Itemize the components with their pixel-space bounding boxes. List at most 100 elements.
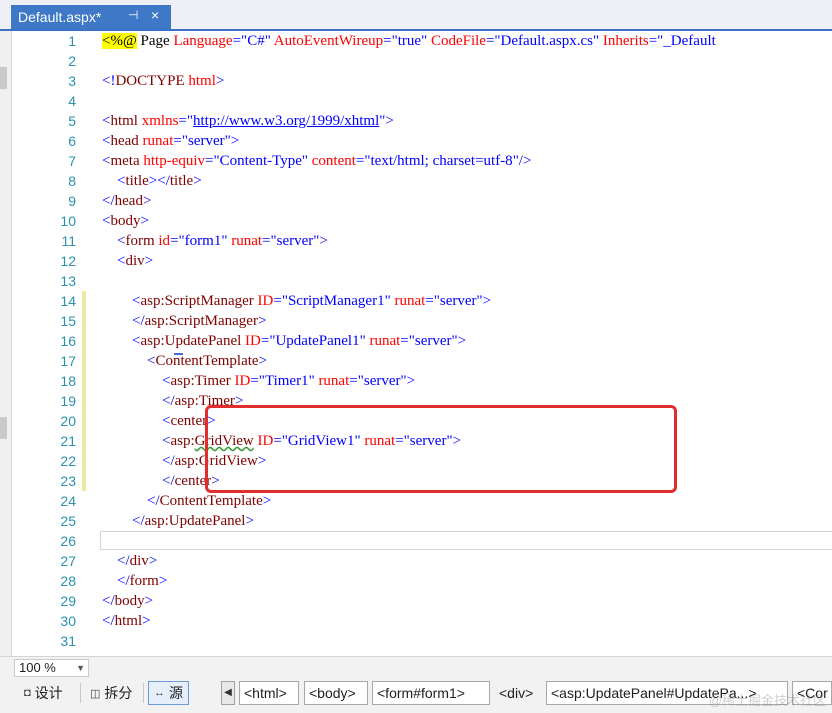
source-view-button[interactable]: ↔ 源	[148, 681, 189, 705]
code-token: UpdatePanel1	[275, 333, 360, 349]
split-view-button[interactable]: ◫ 拆分	[90, 681, 132, 705]
code-token: ="	[648, 33, 664, 49]
code-line[interactable]: 27 </div>	[12, 551, 832, 571]
watermark: @稀土掘金技术社区	[708, 693, 826, 708]
code-token: >	[142, 613, 151, 629]
code-line[interactable]: 5 <html xmlns="http://www.w3.org/1999/xht…	[12, 111, 832, 131]
split-view-label: 拆分	[104, 685, 133, 701]
code-line[interactable]: 3 <!DOCTYPE html>	[12, 71, 832, 91]
change-indicator	[82, 411, 86, 431]
split-icon: ◫	[90, 687, 101, 700]
line-number: 30	[60, 613, 76, 629]
code-token: >	[144, 253, 154, 269]
code-line[interactable]: 25 </asp:UpdatePanel>	[12, 511, 832, 531]
code-token: </	[117, 573, 130, 589]
code-token: ">	[224, 133, 240, 149]
code-token: body	[114, 593, 145, 609]
pin-icon[interactable]: ⊣	[128, 8, 138, 22]
line-number: 17	[60, 353, 76, 369]
code-token: form	[125, 233, 155, 249]
code-line[interactable]: 16 <asp:UpdatePanel ID="UpdatePanel1" ru…	[12, 331, 832, 351]
design-view-label: 设计	[34, 685, 63, 701]
code-token: form	[129, 573, 159, 589]
change-indicator	[82, 431, 86, 451]
source-view-label: 源	[169, 685, 183, 701]
code-token: ="	[400, 333, 415, 349]
code-line[interactable]: 1 <%@ Page Language="C#" AutoEventWireup=…	[12, 31, 832, 51]
line-number: 6	[68, 133, 76, 149]
code-line[interactable]: 14 <asp:ScriptManager ID="ScriptManager1…	[12, 291, 832, 311]
breadcrumb-div[interactable]: <div>	[494, 681, 544, 705]
breadcrumb-html[interactable]: <html>	[239, 681, 299, 705]
code-token: ">	[379, 113, 394, 129]
code-line[interactable]: 6 <head runat="server">	[12, 131, 832, 151]
close-icon[interactable]: ×	[151, 7, 159, 23]
code-line[interactable]: 9 </head>	[12, 191, 832, 211]
change-indicator	[82, 471, 86, 491]
line-number: 11	[61, 233, 76, 249]
annotation-highlight-box	[205, 405, 677, 493]
code-token: ="	[383, 33, 398, 49]
code-line[interactable]: 12 <div>	[12, 251, 832, 271]
smart-tag-marker[interactable]	[174, 353, 183, 355]
code-line[interactable]: 8 <title></title>	[12, 171, 832, 191]
breadcrumb-scroll-left-button[interactable]: ◀	[221, 681, 235, 705]
code-token: ="	[485, 33, 501, 49]
code-line[interactable]: 15 </asp:ScriptManager>	[12, 311, 832, 331]
code-token: asp:ScriptManager	[144, 313, 258, 329]
code-line[interactable]: 31	[12, 631, 832, 651]
code-token: runat	[231, 233, 263, 249]
breadcrumb-body[interactable]: <body>	[304, 681, 368, 705]
code-line[interactable]: 4	[12, 91, 832, 111]
breadcrumb-form[interactable]: <form#form1>	[372, 681, 490, 705]
code-text: <form id="form1" runat="server">	[102, 231, 328, 251]
code-text: </body>	[102, 591, 153, 611]
code-token: </	[102, 613, 115, 629]
code-token: Default.aspx.cs	[500, 33, 593, 49]
code-token: >	[193, 173, 202, 189]
code-text: </center>	[102, 471, 220, 491]
code-line[interactable]: 28 </form>	[12, 571, 832, 591]
line-number: 31	[60, 633, 76, 649]
code-token: >	[142, 193, 152, 209]
code-text: <ContentTemplate>	[102, 351, 267, 371]
code-line[interactable]: 2	[12, 51, 832, 71]
code-token: _Default	[663, 33, 716, 49]
code-line[interactable]: 30 </html>	[12, 611, 832, 631]
code-line[interactable]: 11 <form id="form1" runat="server">	[12, 231, 832, 251]
code-line[interactable]: 10 <body>	[12, 211, 832, 231]
change-indicator	[82, 291, 86, 311]
code-line[interactable]: 7 <meta http-equiv="Content-Type" content…	[12, 151, 832, 171]
code-token: ContentTemplate	[159, 493, 263, 509]
code-line[interactable]: 13	[12, 271, 832, 291]
zoom-dropdown[interactable]: 100 % ▼	[14, 659, 89, 677]
code-token: ContentTemplate	[155, 353, 259, 369]
code-token: form1	[184, 233, 222, 249]
code-token: xmlns	[141, 113, 179, 129]
code-line[interactable]: 17 <ContentTemplate>	[12, 351, 832, 371]
code-token: Page	[136, 33, 174, 49]
code-editor[interactable]: 31 30 </html> 29 </body> 28 </form> 27 </div> 2…	[12, 31, 832, 656]
code-line[interactable]: 18 <asp:Timer ID="Timer1" runat="server"…	[12, 371, 832, 391]
design-view-button[interactable]: ◘ 设计	[24, 681, 63, 705]
code-token: ID	[234, 373, 251, 389]
code-token: Timer1	[264, 373, 309, 389]
line-number: 9	[68, 193, 76, 209]
code-token: true	[397, 33, 422, 49]
line-number: 24	[60, 493, 76, 509]
code-token: ="	[349, 373, 364, 389]
code-token: asp:UpdatePanel	[144, 513, 246, 529]
code-text: <title></title>	[102, 171, 202, 191]
code-token: server	[439, 293, 477, 309]
code-line[interactable]: 24 </ContentTemplate>	[12, 491, 832, 511]
code-token: http-equiv	[143, 153, 206, 169]
code-line[interactable]: 29 </body>	[12, 591, 832, 611]
code-token: runat	[369, 333, 401, 349]
code-text: <center>	[102, 411, 216, 431]
tab-default-aspx[interactable]: Default.aspx* ⊣ ×	[11, 5, 171, 29]
code-token: </	[147, 493, 160, 509]
